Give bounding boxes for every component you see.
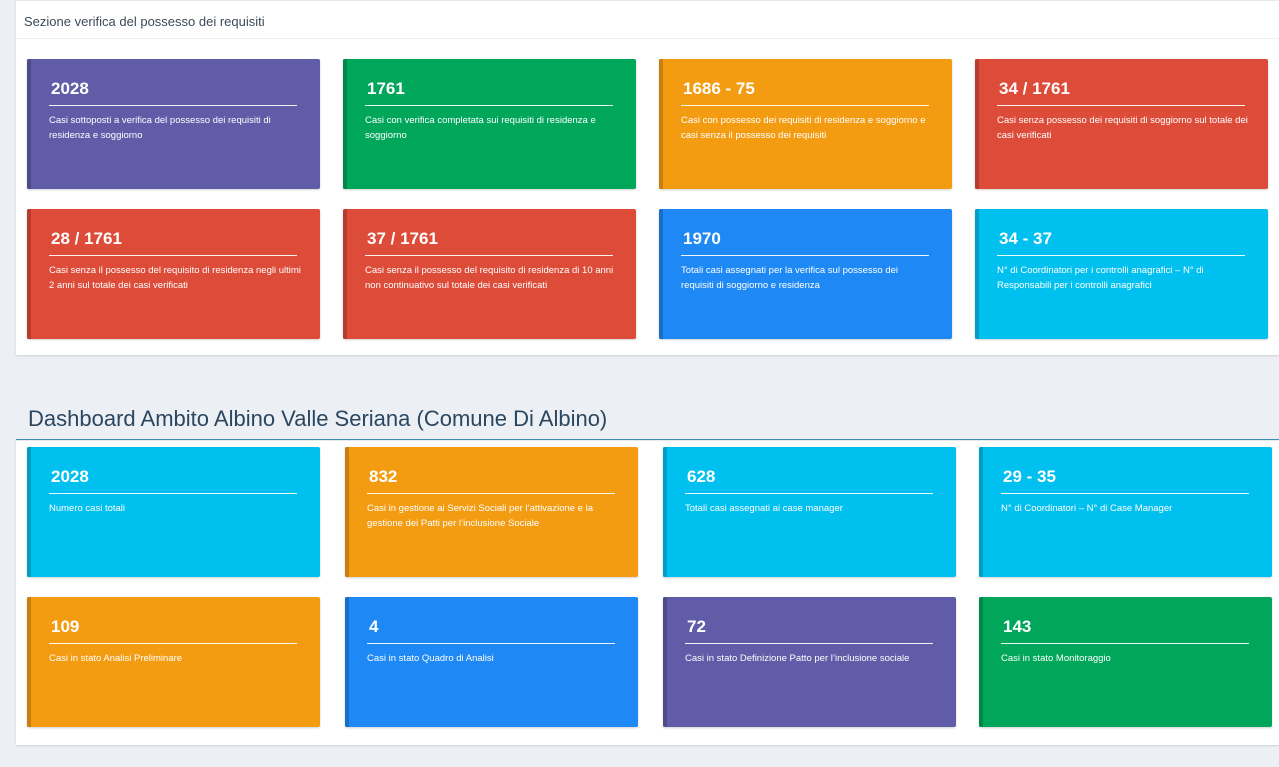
card-value: 628: [687, 467, 716, 486]
card-description: Casi in stato Quadro di Analisi: [367, 653, 494, 664]
dashboard-card[interactable]: 72 Casi in stato Definizione Patto per l’…: [663, 597, 956, 727]
card-value: 1970: [683, 229, 721, 248]
card-accent-bar: [663, 597, 667, 727]
card-accent-bar: [345, 597, 349, 727]
stat-card[interactable]: 34 - 37 N° di Coordinatori per i controll…: [975, 209, 1268, 339]
card-description: Casi in stato Definizione Patto per l’in…: [685, 653, 910, 664]
card-divider: [997, 105, 1245, 106]
stat-card[interactable]: 34 / 1761 Casi senza possesso dei requisi…: [975, 59, 1268, 189]
card-divider: [685, 643, 933, 644]
dashboard-card[interactable]: 628 Totali casi assegnati ai case manager: [663, 447, 956, 577]
card-accent-bar: [979, 447, 983, 577]
card-accent-bar: [343, 209, 347, 339]
card-accent-bar: [27, 59, 31, 189]
card-value: 2028: [51, 79, 89, 98]
card-value: 4: [369, 617, 379, 636]
card-description: Casi in stato Analisi Preliminare: [49, 653, 183, 664]
section-header: Sezione verifica del possesso dei requis…: [24, 14, 265, 29]
card-value: 143: [1003, 617, 1032, 636]
card-description: Casi senza il possesso del requisito di …: [49, 265, 301, 291]
card-divider: [365, 255, 613, 256]
card-divider: [49, 643, 297, 644]
card-value: 28 / 1761: [51, 229, 122, 248]
card-accent-bar: [659, 59, 663, 189]
card-description: Numero casi totali: [49, 503, 126, 514]
card-description: N° di Coordinatori – N° di Case Manager: [1001, 503, 1173, 514]
stat-card[interactable]: 28 / 1761 Casi senza il possesso del requ…: [27, 209, 320, 339]
card-description: Casi sottoposti a verifica del possesso …: [49, 115, 271, 141]
card-description: Casi senza possesso dei requisiti di sog…: [997, 115, 1248, 141]
card-divider: [681, 255, 929, 256]
dashboard-card[interactable]: 2028 Numero casi totali: [27, 447, 320, 577]
card-divider: [49, 493, 297, 494]
stat-card[interactable]: 1686 - 75 Casi con possesso dei requisiti…: [659, 59, 952, 189]
card-divider: [1001, 493, 1249, 494]
card-accent-bar: [975, 59, 979, 189]
card-value: 34 / 1761: [999, 79, 1070, 98]
card-description: Casi con verifica completata sui requisi…: [365, 115, 596, 141]
card-description: Totali casi assegnati per la verifica su…: [681, 265, 899, 291]
card-accent-bar: [343, 59, 347, 189]
card-divider: [997, 255, 1245, 256]
card-divider: [365, 105, 613, 106]
card-description: Casi in gestione ai Servizi Sociali per …: [367, 503, 594, 529]
card-value: 29 - 35: [1003, 467, 1056, 486]
card-accent-bar: [659, 209, 663, 339]
card-description: Casi senza il possesso del requisito di …: [365, 265, 614, 291]
card-value: 1686 - 75: [683, 79, 755, 98]
stat-card[interactable]: 1761 Casi con verifica completata sui req…: [343, 59, 636, 189]
stat-card[interactable]: 37 / 1761 Casi senza il possesso del requ…: [343, 209, 636, 339]
card-value: 37 / 1761: [367, 229, 438, 248]
dashboard-card[interactable]: 832 Casi in gestione ai Servizi Sociali p…: [345, 447, 638, 577]
dashboard-card[interactable]: 29 - 35 N° di Coordinatori – N° di Case M…: [979, 447, 1272, 577]
card-accent-bar: [27, 597, 31, 727]
card-accent-bar: [27, 447, 31, 577]
card-accent-bar: [975, 209, 979, 339]
dashboard-card[interactable]: 109 Casi in stato Analisi Preliminare: [27, 597, 320, 727]
card-divider: [681, 105, 929, 106]
stat-card[interactable]: 2028 Casi sottoposti a verifica del posse…: [27, 59, 320, 189]
card-accent-bar: [979, 597, 983, 727]
card-accent-bar: [663, 447, 667, 577]
card-description: N° di Coordinatori per i controlli anagr…: [997, 265, 1204, 291]
dashboard-card[interactable]: 4 Casi in stato Quadro di Analisi: [345, 597, 638, 727]
card-value: 1761: [367, 79, 405, 98]
card-value: 72: [687, 617, 706, 636]
stat-card[interactable]: 1970 Totali casi assegnati per la verific…: [659, 209, 952, 339]
card-value: 832: [369, 467, 398, 486]
card-accent-bar: [345, 447, 349, 577]
card-divider: [1001, 643, 1249, 644]
card-value: 34 - 37: [999, 229, 1052, 248]
card-accent-bar: [27, 209, 31, 339]
card-divider: [49, 255, 297, 256]
card-description: Totali casi assegnati ai case manager: [685, 503, 843, 514]
card-description: Casi in stato Monitoraggio: [1001, 653, 1111, 664]
dashboard-title: Dashboard Ambito Albino Valle Seriana (C…: [28, 406, 608, 431]
dashboard-card[interactable]: 143 Casi in stato Monitoraggio: [979, 597, 1272, 727]
card-value: 109: [51, 617, 80, 636]
card-divider: [367, 493, 615, 494]
card-divider: [49, 105, 297, 106]
card-description: Casi con possesso dei requisiti di resid…: [681, 115, 926, 141]
card-divider: [367, 643, 615, 644]
section-divider: [16, 38, 1279, 39]
card-divider: [685, 493, 933, 494]
card-value: 2028: [51, 467, 89, 486]
